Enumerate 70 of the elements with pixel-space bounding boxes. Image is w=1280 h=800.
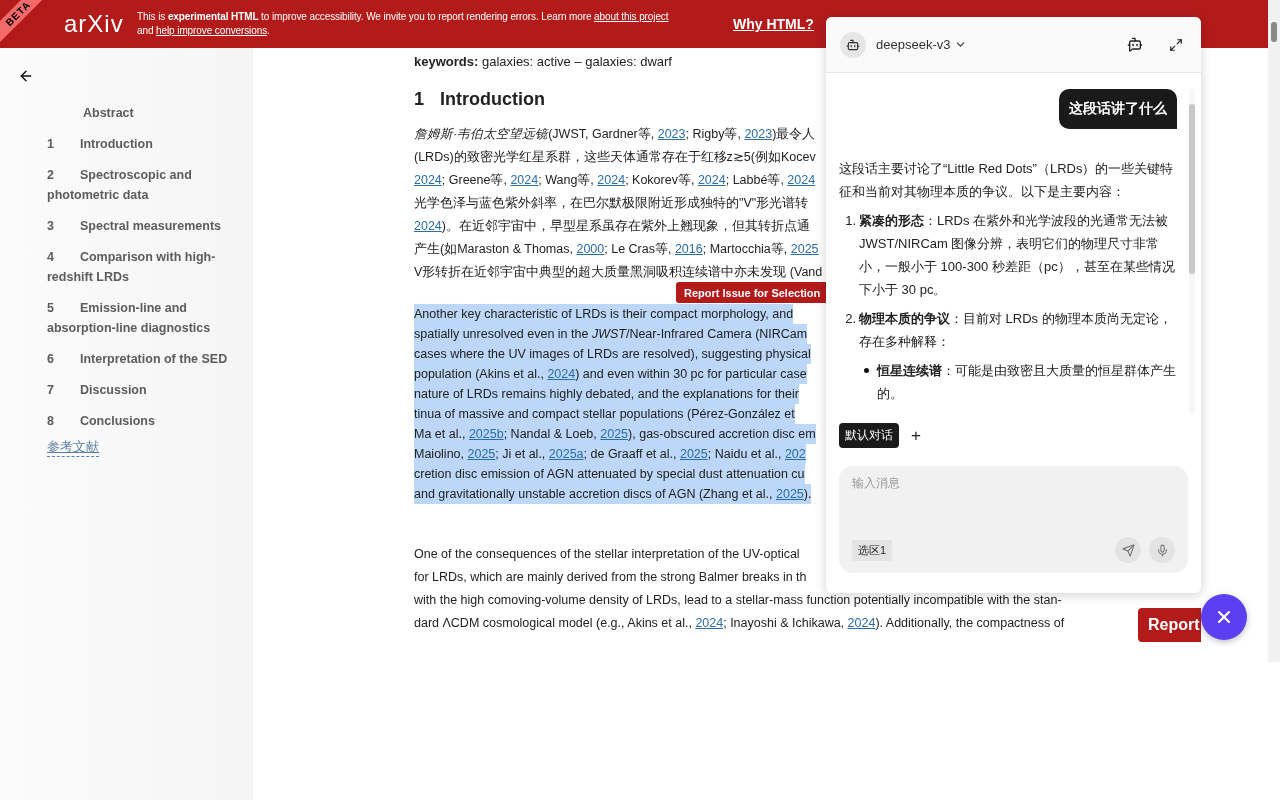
citation-link[interactable]: 2024 — [547, 367, 576, 381]
toc-item[interactable]: 7 Discussion — [47, 380, 233, 400]
section-heading: Introduction — [440, 89, 545, 110]
notice-link[interactable]: about this project — [594, 11, 669, 22]
chatbot-icon[interactable] — [1127, 36, 1144, 53]
citation-link[interactable]: 2025 — [776, 487, 804, 501]
reply-list-item: 恒星连续谱：可能是由致密且大质量的恒星群体产生的。 — [877, 362, 1177, 403]
section-number: 1 — [414, 89, 424, 110]
selection-chip: 选区1 — [852, 539, 893, 561]
microphone-icon[interactable] — [1155, 543, 1169, 557]
scrollbar[interactable] — [1189, 89, 1195, 413]
citation-link[interactable]: 2025 — [790, 242, 819, 256]
citation-link[interactable]: 2025 — [679, 447, 708, 461]
microphone-button[interactable] — [1149, 537, 1175, 563]
reply-list-item: 紧凑的形态：LRDs 在紫外和光学波段的光通常无法被 JWST/NIRCam 图像分辨，表明它们的物理尺寸非常小，一般小于 100-300 秒差距（pc），甚至在某些情况下小于 30 pc。 — [859, 212, 1176, 299]
paragraph-line: 詹姆斯·韦伯太空望远镜(JWST, Gardner等, 2023; Rigby等, 2023)最令人 — [414, 126, 816, 143]
reply-list-item: 物理本质的争议：目前对 LRDs 的物理本质尚无定论，存在多种解释： — [859, 310, 1173, 351]
chat-tab[interactable]: 默认对话 — [839, 423, 899, 448]
paragraph-line: 2024; Greene等, 2024; Wang等, 2024; Kokorev等, 2024; Labbé等, 2024 — [414, 172, 816, 189]
report-selection-button[interactable]: Report Issue for Selection — [676, 282, 829, 303]
citation-link[interactable]: 2025 — [600, 427, 629, 441]
report-button[interactable]: Report — [1138, 608, 1201, 642]
citation-link[interactable]: 2023 — [657, 127, 686, 141]
list-number: 1. — [844, 212, 857, 230]
references-link[interactable]: 参考文献 — [47, 438, 99, 457]
why-html-link[interactable]: Why HTML? — [733, 16, 814, 32]
paragraph-line: 产生(如Maraston & Thomas, 2000; Le Cras等, 2016; Martocchia等, 2025 — [414, 241, 819, 258]
citation-link[interactable]: 2024 — [787, 173, 816, 187]
toc-item[interactable]: 3 Spectral measurements — [47, 216, 233, 236]
toc-item[interactable]: 1 Introduction — [47, 134, 233, 154]
message-input[interactable]: 输入消息 — [852, 476, 1175, 490]
reply-text: 这段话主要讨论了“Little Red Dots”（LRDs）的一些关键特征和当前对其物理本质的争议。以下是主要内容： — [839, 160, 1175, 201]
toc-item[interactable]: 4 Comparison with high-redshift LRDs — [47, 247, 233, 287]
toc-item[interactable]: 8 Conclusions — [47, 411, 233, 431]
paragraph-line: One of the consequences of the stellar interpretation of the UV-optical — [414, 546, 800, 563]
arxiv-logo[interactable]: arXiv — [64, 10, 126, 38]
toc-item[interactable]: 5 Emission-line and absorption-line diagnostics — [47, 298, 233, 338]
citation-link[interactable]: 202 — [784, 447, 806, 461]
send-button[interactable] — [1115, 537, 1141, 563]
citation-link[interactable]: 2025b — [468, 427, 504, 441]
notice-text: and help improve conversions. — [137, 24, 271, 38]
citation-link[interactable]: 2024 — [847, 616, 876, 630]
toc-item[interactable]: Abstract — [47, 103, 233, 123]
paragraph-line: for LRDs, which are mainly derived from the strong Balmer breaks in th — [414, 569, 807, 586]
page-scrollbar[interactable] — [1268, 0, 1280, 662]
citation-link[interactable]: 2016 — [674, 242, 703, 256]
paragraph-line: 光学色泽与蓝色紫外斜率，在巴尔默极限附近形成独特的"V"形光谱转 — [414, 195, 809, 212]
citation-link[interactable]: 2024 — [697, 173, 726, 187]
paragraph-line: with the high comoving-volume density of LRDs, lead to a stellar-mass function potentially incompatible with the stan- — [414, 592, 1062, 609]
citation-link[interactable]: 2023 — [744, 127, 773, 141]
citation-link[interactable]: 2025a — [548, 447, 584, 461]
keywords-text: keywords: galaxies: active – galaxies: dwarf — [414, 54, 672, 69]
paragraph-line: dard ΛCDM cosmological model (e.g., Akins et al., 2024; Inayoshi & Ichikawa, 2024). Additionally, the compactness of — [414, 615, 1065, 632]
close-button[interactable] — [1201, 594, 1247, 640]
paragraph-line: 2024)。在近邻宇宙中，早型星系虽存在紫外上翘现象，但其转折点通 — [414, 218, 810, 235]
notice-text: This is experimental HTML to improve accessibility. We invite you to report rendering errors. Learn more about this project — [137, 10, 670, 24]
add-tab-button[interactable]: + — [911, 425, 921, 446]
list-number: 2. — [844, 310, 857, 328]
bot-avatar — [840, 31, 866, 58]
toc-item[interactable]: 2 Spectroscopic and photometric data — [47, 165, 233, 205]
expand-icon[interactable] — [1169, 37, 1184, 52]
send-icon[interactable] — [1121, 543, 1135, 557]
bullet-icon — [864, 368, 869, 373]
user-message: 这段话讲了什么 — [1059, 89, 1177, 129]
paragraph-line: V形转折在近邻宇宙中典型的超大质量黑洞吸积连续谱中亦未发现 (Vand — [414, 264, 823, 281]
model-selector[interactable]: deepseek-v3 — [876, 37, 968, 52]
toc-item[interactable]: 6 Interpretation of the SED — [47, 349, 233, 369]
citation-link[interactable]: 2024 — [414, 219, 442, 233]
paragraph-line: (LRDs)的致密光学红星系群，这些天体通常存在于红移z≳5(例如Kocev — [414, 149, 816, 166]
citation-link[interactable]: 2024 — [414, 173, 442, 187]
